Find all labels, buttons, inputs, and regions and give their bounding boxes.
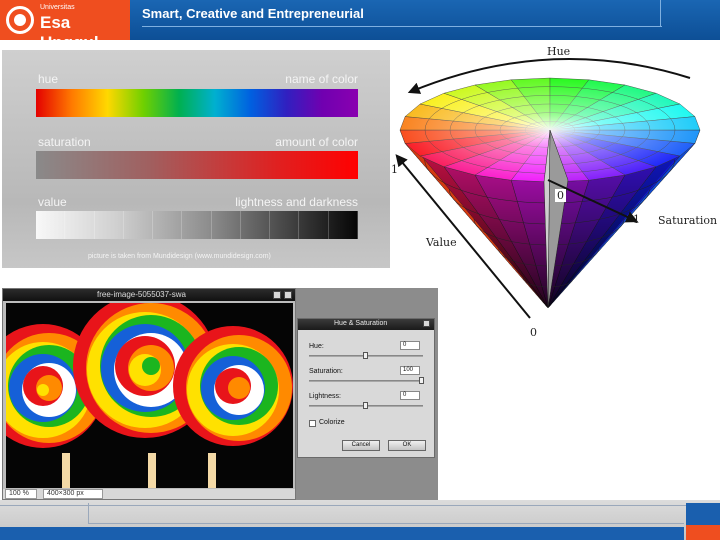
header-divider-tick <box>660 0 661 27</box>
dialog-title: Hue & Saturation <box>334 320 388 327</box>
lightness-field-label: Lightness: <box>309 393 341 400</box>
saturation-axis-label: Saturation <box>658 214 718 227</box>
hue-bar <box>36 89 358 117</box>
saturation-bar <box>36 151 358 179</box>
lollipop-photo <box>6 303 293 488</box>
color-properties-image: hue name of color saturation amount of c… <box>2 50 390 268</box>
value-min-label: 0 <box>530 326 537 339</box>
header-divider <box>142 26 662 27</box>
lightness-slider-thumb[interactable] <box>363 402 368 409</box>
footer-divider-bottom <box>88 523 684 524</box>
ok-button[interactable]: OK <box>388 440 426 451</box>
image-credit: picture is taken from Mundidesign (www.m… <box>88 253 271 260</box>
hue-saturation-dialog: Hue & Saturation Hue: 0 Saturation: 100 … <box>297 318 435 458</box>
saturation-label: saturation <box>38 135 91 149</box>
value-description: lightness and darkness <box>235 195 358 209</box>
cancel-button[interactable]: Cancel <box>342 440 380 451</box>
colorize-label: Colorize <box>319 419 345 426</box>
footer-divider-vertical <box>88 503 89 523</box>
logo-small-text: Universitas <box>40 4 75 11</box>
dialog-titlebar[interactable]: Hue & Saturation <box>298 319 434 330</box>
value-axis-label: Value <box>426 236 457 249</box>
hue-label: hue <box>38 72 59 86</box>
hue-input[interactable]: 0 <box>400 341 420 350</box>
saturation-max-label: 1 <box>633 213 640 226</box>
footer-blue-block <box>686 503 720 525</box>
slide-header: Universitas Esa Unggul Smart, Creative a… <box>0 0 720 52</box>
value-bar-steps <box>36 211 358 239</box>
tagline: Smart, Creative and Entrepreneurial <box>142 6 364 21</box>
saturation-field-label: Saturation: <box>309 368 343 375</box>
image-window-statusbar: 100 % 400×300 px <box>3 489 295 499</box>
footer-blue-band <box>0 527 684 540</box>
value-max-label: 1 <box>391 163 398 176</box>
saturation-description: amount of color <box>275 135 358 149</box>
lollipop-stick <box>62 453 70 488</box>
hue-description: name of color <box>285 72 358 86</box>
value-label: value <box>38 195 67 209</box>
hue-slider[interactable] <box>309 352 423 359</box>
saturation-input[interactable]: 100 <box>400 366 420 375</box>
close-icon[interactable] <box>284 291 292 299</box>
saturation-slider[interactable] <box>309 377 424 384</box>
cone-body <box>399 77 701 309</box>
minimize-icon[interactable] <box>273 291 281 299</box>
hue-axis-label: Hue <box>547 45 571 58</box>
lightness-input[interactable]: 0 <box>400 391 420 400</box>
saturation-min-label: 0 <box>555 189 566 202</box>
lollipop-swirl <box>37 384 49 396</box>
hue-field-label: Hue: <box>309 343 324 350</box>
image-size-readout: 400×300 px <box>43 489 103 499</box>
logo-emblem-icon <box>6 6 34 34</box>
saturation-slider-thumb[interactable] <box>419 377 424 384</box>
hue-slider-thumb[interactable] <box>363 352 368 359</box>
lollipop-swirl <box>228 377 250 399</box>
lollipop-illustration <box>6 303 293 488</box>
logo-text: Esa Unggul <box>40 13 99 52</box>
lollipop-swirl <box>142 357 160 375</box>
zoom-field[interactable]: 100 % <box>5 489 37 499</box>
dialog-close-icon[interactable] <box>423 320 430 327</box>
colorize-checkbox[interactable] <box>309 420 316 427</box>
image-window-title: free-image-5055037-swa <box>97 290 186 299</box>
image-window-titlebar[interactable]: free-image-5055037-swa <box>3 289 295 301</box>
lightness-slider[interactable] <box>309 402 423 409</box>
lollipop-stick <box>148 453 156 488</box>
university-logo: Universitas Esa Unggul <box>0 0 130 52</box>
image-window: free-image-5055037-swa 100 % 400×300 px <box>2 288 296 500</box>
footer-divider <box>0 505 720 506</box>
lollipop-stick <box>208 453 216 488</box>
